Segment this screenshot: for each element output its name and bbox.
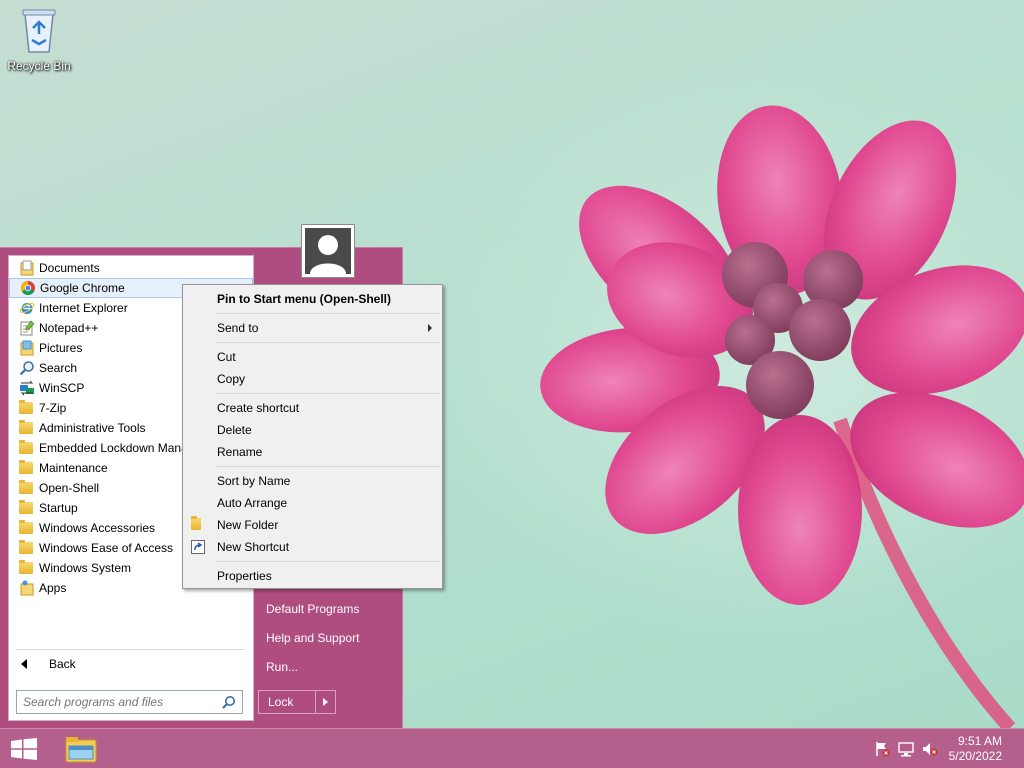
program-label: Windows Accessories bbox=[39, 521, 156, 535]
new-shortcut-item[interactable]: New Shortcut bbox=[217, 540, 289, 554]
copy-item[interactable]: Copy bbox=[217, 372, 245, 386]
properties-item[interactable]: Properties bbox=[217, 569, 272, 583]
program-label: Startup bbox=[39, 501, 78, 515]
menu-separator bbox=[215, 466, 440, 467]
program-label: Google Chrome bbox=[40, 281, 125, 295]
folder-icon bbox=[19, 500, 35, 516]
search-input[interactable] bbox=[17, 691, 207, 713]
program-label: Pictures bbox=[39, 341, 83, 355]
chrome-icon bbox=[20, 280, 36, 296]
sort-by-name-item[interactable]: Sort by Name bbox=[217, 474, 290, 488]
volume-muted-icon[interactable] bbox=[922, 741, 938, 757]
send-to-item[interactable]: Send to bbox=[217, 321, 258, 335]
shutdown-options-arrow-icon[interactable] bbox=[315, 691, 335, 713]
program-label: WinSCP bbox=[39, 381, 85, 395]
recycle-bin-shortcut[interactable]: Recycle Bin bbox=[6, 6, 72, 73]
apps-icon bbox=[19, 580, 35, 596]
lock-button[interactable]: Lock bbox=[258, 690, 336, 714]
program-label: Embedded Lockdown Manager bbox=[39, 441, 206, 455]
divider bbox=[17, 649, 245, 650]
shortcut-icon bbox=[191, 540, 205, 554]
help-and-support-link[interactable]: Help and Support bbox=[266, 631, 359, 645]
context-menu: Pin to Start menu (Open-Shell) Send to C… bbox=[182, 284, 443, 589]
program-label: Windows Ease of Access bbox=[39, 541, 174, 555]
rename-item[interactable]: Rename bbox=[217, 445, 262, 459]
new-folder-icon bbox=[191, 516, 205, 532]
program-label: Notepad++ bbox=[39, 321, 99, 335]
folder-icon bbox=[19, 520, 35, 536]
program-label: Search bbox=[39, 361, 78, 375]
menu-separator bbox=[215, 313, 440, 314]
new-folder-item[interactable]: New Folder bbox=[217, 518, 278, 532]
folder-icon bbox=[19, 420, 35, 436]
folder-icon bbox=[19, 480, 35, 496]
recycle-bin-label: Recycle Bin bbox=[7, 59, 71, 73]
program-label: Open-Shell bbox=[39, 481, 100, 495]
clock-date: 5/20/2022 bbox=[948, 749, 1002, 763]
back-label: Back bbox=[49, 657, 76, 671]
winscp-icon bbox=[19, 380, 35, 396]
user-picture[interactable] bbox=[301, 224, 355, 278]
program-item[interactable]: Documents bbox=[9, 258, 253, 278]
run-link[interactable]: Run... bbox=[266, 660, 298, 674]
back-button[interactable]: Back bbox=[19, 654, 76, 674]
program-label: Apps bbox=[39, 581, 67, 595]
folder-icon bbox=[19, 540, 35, 556]
taskbar: 9:51 AM 5/20/2022 bbox=[0, 728, 1024, 768]
search-icon bbox=[19, 360, 35, 376]
lock-label: Lock bbox=[268, 695, 294, 709]
menu-separator bbox=[215, 342, 440, 343]
cut-item[interactable]: Cut bbox=[217, 350, 236, 364]
internet-explorer-icon bbox=[19, 300, 35, 316]
program-label: Maintenance bbox=[39, 461, 108, 475]
program-label: Documents bbox=[39, 261, 100, 275]
folder-icon bbox=[19, 460, 35, 476]
flower-wallpaper-image bbox=[540, 105, 1024, 728]
user-avatar-icon bbox=[310, 235, 346, 274]
program-label: Windows System bbox=[39, 561, 132, 575]
clock-time: 9:51 AM bbox=[957, 734, 1002, 748]
menu-separator bbox=[215, 561, 440, 562]
program-label: Administrative Tools bbox=[39, 421, 146, 435]
folder-icon bbox=[19, 400, 35, 416]
system-clock[interactable]: 9:51 AM 5/20/2022 bbox=[949, 734, 1002, 764]
default-programs-link[interactable]: Default Programs bbox=[266, 602, 359, 616]
folder-icon bbox=[19, 560, 35, 576]
network-icon[interactable] bbox=[898, 741, 914, 757]
submenu-arrow-icon bbox=[428, 324, 432, 332]
menu-separator bbox=[215, 393, 440, 394]
file-explorer-icon[interactable] bbox=[64, 734, 98, 764]
documents-icon bbox=[19, 260, 35, 276]
action-center-flag-icon[interactable] bbox=[874, 741, 890, 757]
notepad-plus-plus-icon bbox=[19, 320, 35, 336]
delete-item[interactable]: Delete bbox=[217, 423, 252, 437]
program-label: Internet Explorer bbox=[39, 301, 128, 315]
folder-icon bbox=[19, 440, 35, 456]
create-shortcut-item[interactable]: Create shortcut bbox=[217, 401, 299, 415]
pictures-icon bbox=[19, 340, 35, 356]
auto-arrange-item[interactable]: Auto Arrange bbox=[217, 496, 287, 510]
program-label: 7-Zip bbox=[39, 401, 67, 415]
back-arrow-icon bbox=[21, 659, 27, 669]
search-icon[interactable] bbox=[222, 695, 236, 709]
pin-to-start-menu-item[interactable]: Pin to Start menu (Open-Shell) bbox=[217, 292, 391, 306]
recycle-bin-icon bbox=[22, 9, 56, 53]
search-box[interactable] bbox=[16, 690, 243, 714]
start-button-windows-icon[interactable] bbox=[10, 738, 38, 760]
